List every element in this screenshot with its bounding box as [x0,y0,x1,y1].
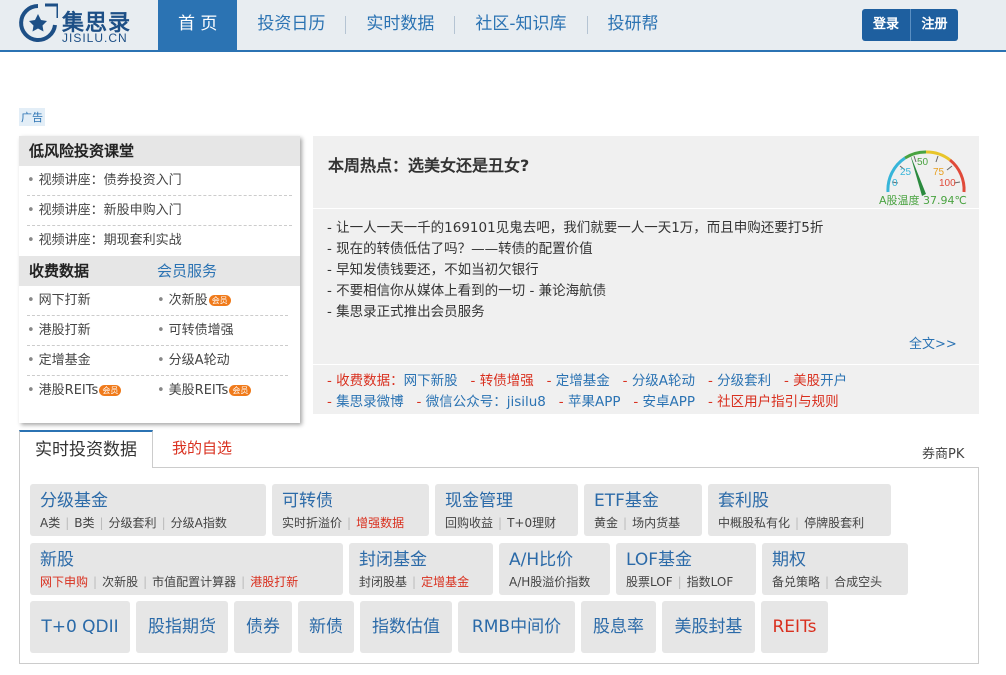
tile-etf-fund[interactable]: ETF基金 黄金 | 场内货基 [584,484,702,536]
paid-item[interactable]: • 港股REITs 会员 [27,376,157,406]
logo-domain: JISILU.CN [62,31,128,45]
auth-buttons: 登录 注册 [862,9,958,41]
nav-research[interactable]: 投研帮 [588,0,679,50]
gauge-tick: 100 [939,178,956,189]
quick-link[interactable]: 安卓APP [643,394,696,410]
paid-header: 收费数据 会员服务 [19,256,300,286]
tile-cash-management[interactable]: 现金管理 回购收益 | T+0理财 [435,484,578,536]
paid-title: 收费数据 [29,262,90,280]
tile-us-closed-fund[interactable]: 美股封基 [662,601,755,653]
tile-closed-fund[interactable]: 封闭基金 封闭股基 | 定增基金 [349,543,493,595]
tile-convertible-bond[interactable]: 可转债 实时折溢价 | 增强数据 [272,484,429,536]
course-item[interactable]: • 视频讲座：期现套利实战 [27,226,292,256]
tile-bonds[interactable]: 债券 [234,601,292,653]
hot-article-link[interactable]: - 早知发债钱要还，不如当初欠银行 [327,260,867,281]
tile-ipo[interactable]: 新股 网下申购 | 次新股 | 市值配置计算器 | 港股打新 [30,543,343,595]
paid-item[interactable]: • 网下打新 [27,286,157,315]
paid-item[interactable]: • 美股REITs 会员 [157,376,287,406]
nav-realtime-data[interactable]: 实时数据 [346,0,454,50]
paid-item[interactable]: • 定增基金 [27,346,157,375]
quick-link[interactable]: 微信公众号：jisilu8 [426,394,546,410]
course-panel: 低风险投资课堂 • 视频讲座：债券投资入门 • 视频讲座：新股申购入门 • 视频讲座：… [19,136,300,423]
top-header: 集思录 JISILU.CN 首 页 投资日历 实时数据 社区-知识库 投研帮 登… [0,0,1006,52]
course-list: • 视频讲座：债券投资入门 • 视频讲座：新股申购入门 • 视频讲座：期现套利实战 [19,166,300,256]
paid-data-label: 收费数据： [336,373,404,389]
paid-item[interactable]: • 港股打新 [27,316,157,345]
quick-links: - 收费数据：网下新股 - 转债增强 - 定增基金 - 分级A轮动 - 分级套利… [327,373,848,410]
tile-index-valuation[interactable]: 指数估值 [360,601,452,653]
data-tiles-panel: 分级基金 A类 | B类 | 分级套利 | 分级A指数 可转债 实时折溢价 | 增强数据 现金管… [19,467,979,664]
quick-link[interactable]: 开户 [820,373,847,389]
broker-pk-link[interactable]: 券商PK [922,443,964,462]
hot-article-list: - 让一人一天一千的169101见鬼去吧，我们就要一人一天1万，而且申购还要打5… [327,218,867,323]
tile-ah-ratio[interactable]: A/H比价 A/H股溢价指数 [499,543,610,595]
tile-new-bonds[interactable]: 新债 [298,601,354,653]
member-service-link[interactable]: 会员服务 [157,256,217,286]
tab-my-watchlist[interactable]: 我的自选 [172,437,232,458]
course-item[interactable]: • 视频讲座：新股申购入门 [27,196,292,226]
tile-graded-fund[interactable]: 分级基金 A类 | B类 | 分级套利 | 分级A指数 [30,484,266,536]
quick-link[interactable]: 社区用户指引与规则 [717,394,839,410]
gauge-tick: 25 [900,167,912,178]
divider [313,364,979,365]
hot-article-link[interactable]: - 集思录正式推出会员服务 [327,302,867,323]
hot-article-link[interactable]: - 现在的转债低估了吗？——转债的配置价值 [327,239,867,260]
gauge-tick: 75 [933,167,945,178]
course-item[interactable]: • 视频讲座：债券投资入门 [27,166,292,196]
paid-item[interactable]: • 次新股 会员 [157,286,287,315]
tile-options[interactable]: 期权 备兑策略 | 合成空头 [762,543,908,595]
quick-link[interactable]: 分级A轮动 [632,373,695,389]
site-logo[interactable]: 集思录 JISILU.CN [18,3,148,47]
quick-link[interactable]: 网下新股 [404,373,458,389]
paid-item[interactable]: • 分级A轮动 [157,346,287,375]
tab-realtime-data[interactable]: 实时投资数据 [19,430,153,468]
hot-article-link[interactable]: - 不要相信你从媒体上看到的一切 - 兼论海航债 [327,281,867,302]
hot-title[interactable]: 本周热点：选美女还是丑女? [328,152,529,176]
quick-link[interactable]: 苹果APP [568,394,621,410]
tile-index-futures[interactable]: 股指期货 [136,601,228,653]
quick-link[interactable]: 集思录微博 [336,394,404,410]
gauge-tick: 0 [892,178,898,189]
tile-reits[interactable]: REITs [761,601,828,653]
nav-calendar[interactable]: 投资日历 [237,0,345,50]
vip-badge: 会员 [208,295,231,306]
nav-community[interactable]: 社区-知识库 [455,0,586,50]
ad-label[interactable]: 广告 [19,108,45,126]
tile-dividend-yield[interactable]: 股息率 [581,601,656,653]
login-button[interactable]: 登录 [862,9,910,41]
quick-link[interactable]: 分级套利 [717,373,771,389]
tile-rmb-rate[interactable]: RMB中间价 [458,601,575,653]
hot-topics-panel: 本周热点：选美女还是丑女? 0 25 50 75 100 A股温度 37.94℃… [313,136,979,414]
vip-badge: 会员 [99,385,122,396]
a-share-temperature: A股温度 37.94℃ [879,194,967,207]
divider [313,208,979,209]
paid-item[interactable]: • 可转债增强 [157,316,287,345]
hot-article-link[interactable]: - 让一人一天一千的169101见鬼去吧，我们就要一人一天1万，而且申购还要打5… [327,218,867,239]
quick-link[interactable]: 定增基金 [556,373,610,389]
tile-lof-fund[interactable]: LOF基金 股票LOF | 指数LOF [616,543,756,595]
quick-link[interactable]: 美股 [793,373,820,389]
read-more-link[interactable]: 全文>> [909,333,957,352]
paid-list: • 网下打新 • 次新股 会员 • 港股打新 • 可转债增强 • 定增基金 • 分级A轮动 •… [19,286,300,406]
register-button[interactable]: 注册 [910,9,958,41]
course-title: 低风险投资课堂 [19,136,300,166]
main-nav: 首 页 投资日历 实时数据 社区-知识库 投研帮 [158,0,679,50]
logo-icon [19,3,58,42]
gauge-tick: 50 [917,157,929,168]
nav-home[interactable]: 首 页 [158,0,238,50]
vip-badge: 会员 [229,385,252,396]
tile-arbitrage-stock[interactable]: 套利股 中概股私有化 | 停牌股套利 [708,484,891,536]
tile-t0-qdii[interactable]: T+0 QDII [30,601,130,653]
quick-link[interactable]: 转债增强 [480,373,534,389]
